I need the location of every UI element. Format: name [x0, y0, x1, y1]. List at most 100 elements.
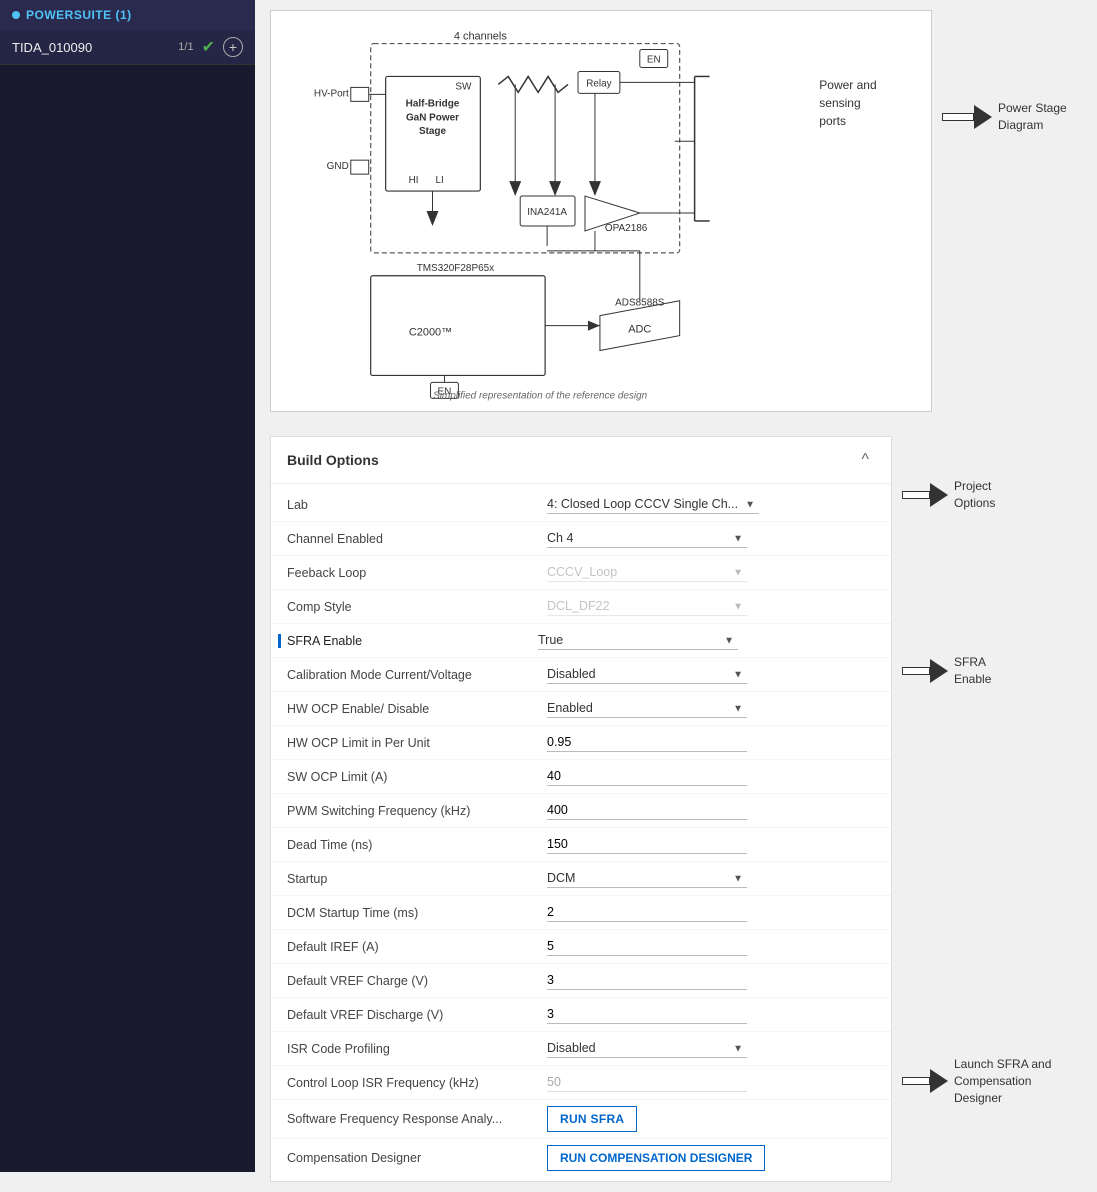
text-input[interactable]: [547, 903, 747, 922]
option-label: Software Frequency Response Analy...: [287, 1112, 547, 1126]
option-value[interactable]: DCMCCM▼: [547, 869, 875, 888]
launch-sfra-annotation: Launch SFRA andCompensationDesigner: [902, 1056, 1051, 1106]
project-options-label: ProjectOptions: [954, 478, 995, 512]
select-input: DCL_DF22: [547, 597, 747, 616]
power-stage-annotation: Power StageDiagram: [942, 100, 1082, 134]
option-value: RUN COMPENSATION DESIGNER: [547, 1145, 875, 1171]
option-value[interactable]: [547, 937, 875, 956]
option-row: Lab4: Closed Loop CCCV Single Ch...▼: [271, 488, 891, 522]
diagram-annotation: Power StageDiagram: [942, 10, 1082, 424]
option-row: Compensation DesignerRUN COMPENSATION DE…: [271, 1139, 891, 1177]
circuit-diagram: 4 channels EN HV-Port GND Half-Bridge Ga…: [281, 21, 799, 401]
build-options-title: Build Options: [287, 452, 379, 468]
select-input[interactable]: EnabledDisabled: [547, 699, 747, 718]
svg-text:SW: SW: [455, 81, 472, 92]
svg-text:LI: LI: [435, 175, 443, 186]
annotations-column: ProjectOptions SFRAEnable Launch SFRA: [902, 436, 1082, 1182]
project-options-arrow: [902, 482, 948, 508]
option-value[interactable]: Ch 4Ch 1Ch 2Ch 3▼: [547, 529, 875, 548]
select-input[interactable]: DisabledEnabled: [547, 1039, 747, 1058]
option-value[interactable]: [547, 835, 875, 854]
svg-text:Relay: Relay: [586, 78, 611, 89]
option-row: Feeback LoopCCCV_Loop▼: [271, 556, 891, 590]
option-label: Default IREF (A): [287, 940, 547, 954]
option-value[interactable]: [547, 1005, 875, 1024]
svg-text:ADC: ADC: [628, 324, 651, 336]
text-input: [547, 1073, 747, 1092]
option-value[interactable]: [547, 767, 875, 786]
select-wrap: TrueFalse▼: [538, 631, 738, 650]
option-value[interactable]: DisabledEnabled▼: [547, 665, 875, 684]
svg-text:HV-Port: HV-Port: [314, 88, 349, 99]
select-wrap: 4: Closed Loop CCCV Single Ch...▼: [547, 495, 759, 514]
select-wrap: Ch 4Ch 1Ch 2Ch 3▼: [547, 529, 747, 548]
option-row: StartupDCMCCM▼: [271, 862, 891, 896]
sidebar-page-badge: 1/1: [178, 41, 193, 53]
sidebar-item-name: TIDA_010090: [12, 40, 170, 55]
select-input[interactable]: DCMCCM: [547, 869, 747, 888]
option-value[interactable]: [547, 971, 875, 990]
diagram-area: 4 channels EN HV-Port GND Half-Bridge Ga…: [270, 10, 932, 412]
select-input[interactable]: TrueFalse: [538, 631, 738, 650]
svg-text:Half-Bridge: Half-Bridge: [406, 98, 460, 109]
option-value[interactable]: [547, 801, 875, 820]
option-value[interactable]: [547, 903, 875, 922]
option-label: PWM Switching Frequency (kHz): [287, 804, 547, 818]
sfra-enable-arrow: [902, 658, 948, 684]
svg-text:Stage: Stage: [419, 126, 447, 137]
select-wrap: DisabledEnabled▼: [547, 1039, 747, 1058]
option-label: SFRA Enable: [278, 634, 538, 648]
text-input[interactable]: [547, 733, 747, 752]
option-row: Channel EnabledCh 4Ch 1Ch 2Ch 3▼: [271, 522, 891, 556]
select-input[interactable]: Ch 4Ch 1Ch 2Ch 3: [547, 529, 747, 548]
option-row: Default VREF Charge (V): [271, 964, 891, 998]
option-row: ISR Code ProfilingDisabledEnabled▼: [271, 1032, 891, 1066]
option-value[interactable]: [547, 733, 875, 752]
check-icon: ✔: [202, 37, 215, 57]
option-value[interactable]: TrueFalse▼: [538, 631, 875, 650]
option-row: Comp StyleDCL_DF22▼: [271, 590, 891, 624]
text-input[interactable]: [547, 1005, 747, 1024]
text-input[interactable]: [547, 801, 747, 820]
option-row: Calibration Mode Current/VoltageDisabled…: [271, 658, 891, 692]
select-input[interactable]: DisabledEnabled: [547, 665, 747, 684]
run-button[interactable]: RUN COMPENSATION DESIGNER: [547, 1145, 765, 1171]
option-row: Software Frequency Response Analy...RUN …: [271, 1100, 891, 1139]
option-value: CCCV_Loop▼: [547, 563, 875, 582]
add-button[interactable]: +: [223, 37, 243, 57]
option-label: ISR Code Profiling: [287, 1042, 547, 1056]
text-input[interactable]: [547, 835, 747, 854]
svg-text:EN: EN: [647, 54, 661, 65]
collapse-button[interactable]: ^: [855, 449, 875, 471]
build-options-section: Build Options ^ Lab4: Closed Loop CCCV S…: [270, 436, 1082, 1182]
text-input[interactable]: [547, 767, 747, 786]
text-input[interactable]: [547, 937, 747, 956]
option-label: Channel Enabled: [287, 532, 547, 546]
option-label: Startup: [287, 872, 547, 886]
options-body: Lab4: Closed Loop CCCV Single Ch...▼Chan…: [271, 484, 891, 1181]
svg-text:TMS320F28P65x: TMS320F28P65x: [417, 263, 494, 274]
option-value[interactable]: EnabledDisabled▼: [547, 699, 875, 718]
select-input[interactable]: 4: Closed Loop CCCV Single Ch...: [547, 495, 759, 514]
sidebar-item-tida[interactable]: TIDA_010090 1/1 ✔ +: [0, 30, 255, 65]
option-label: Default VREF Charge (V): [287, 974, 547, 988]
build-options-panel: Build Options ^ Lab4: Closed Loop CCCV S…: [270, 436, 892, 1182]
option-value[interactable]: 4: Closed Loop CCCV Single Ch...▼: [547, 495, 875, 514]
select-wrap: DCMCCM▼: [547, 869, 747, 888]
svg-text:INA241A: INA241A: [527, 207, 567, 218]
svg-text:C2000™: C2000™: [409, 327, 452, 339]
launch-sfra-arrow: [902, 1068, 948, 1094]
option-value: DCL_DF22▼: [547, 597, 875, 616]
option-label: SW OCP Limit (A): [287, 770, 547, 784]
power-stage-label: Power StageDiagram: [998, 100, 1067, 134]
option-label: Comp Style: [287, 600, 547, 614]
option-label: Compensation Designer: [287, 1151, 547, 1165]
option-label: DCM Startup Time (ms): [287, 906, 547, 920]
svg-text:GaN Power: GaN Power: [406, 112, 459, 123]
power-stage-arrow: [942, 103, 992, 131]
option-value[interactable]: DisabledEnabled▼: [547, 1039, 875, 1058]
run-button[interactable]: RUN SFRA: [547, 1106, 637, 1132]
text-input[interactable]: [547, 971, 747, 990]
option-row: SFRA EnableTrueFalse▼: [271, 624, 891, 658]
option-row: Dead Time (ns): [271, 828, 891, 862]
